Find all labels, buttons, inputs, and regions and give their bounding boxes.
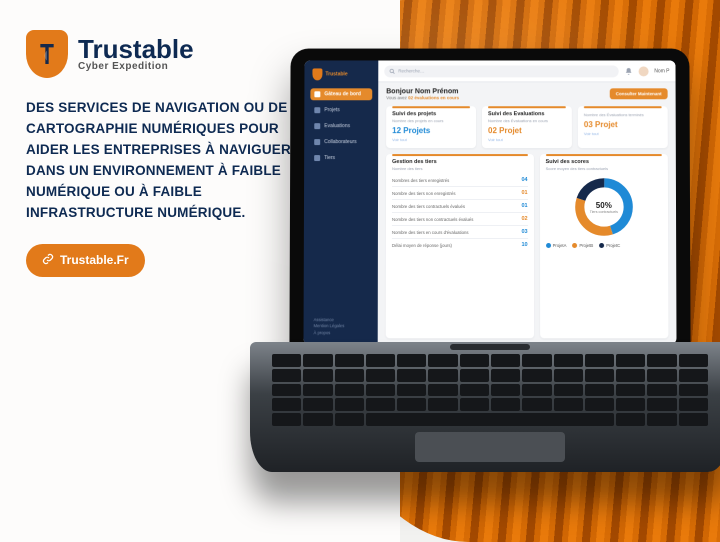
card-sub: Nombre des Évaluations terminés xyxy=(584,112,662,117)
table-row: Nombre des tiers non enregistrés 01 xyxy=(392,186,528,199)
legend-item: ProjetC xyxy=(599,243,620,248)
summary-cards: Suivi des projets Nombre des projets en … xyxy=(386,106,668,148)
row-value: 01 xyxy=(521,190,527,196)
sidebar-item-label: Evaluations xyxy=(324,123,350,129)
sidebar-item-projets[interactable]: Projets xyxy=(310,104,372,116)
card-title: Suivi des scores xyxy=(546,159,662,165)
app-viewport: Trustable Gâteau de bord Projets Evaluat… xyxy=(303,60,676,344)
legend-dot xyxy=(546,243,551,248)
main-area: Recherche… Nom P Bonjour Nom Prénom Vous… xyxy=(378,60,677,344)
card-link[interactable]: Voir tout xyxy=(488,137,566,142)
laptop-hinge xyxy=(450,344,530,350)
card-projets[interactable]: Suivi des projets Nombre des projets en … xyxy=(386,106,476,148)
donut-label: Tiers contractuels xyxy=(590,209,618,213)
donut-chart: 50% Tiers contractuels xyxy=(572,175,636,239)
greeting: Bonjour Nom Prénom Vous avez 02 évaluati… xyxy=(386,88,459,100)
consult-button[interactable]: Consulter Maintenant xyxy=(610,88,668,99)
sidebar: Trustable Gâteau de bord Projets Evaluat… xyxy=(303,60,378,344)
card-tiers: Gestion des tiers Nombre des tiers Nombr… xyxy=(386,154,534,338)
row-label: Nombre des tiers contractuels évalués xyxy=(392,203,465,208)
row-value: 02 xyxy=(522,216,528,222)
promo-button-label: Trustable.Fr xyxy=(60,253,129,267)
users-icon xyxy=(314,139,320,145)
card-sub: Nombre des tiers xyxy=(392,166,528,171)
sidebar-brand: Trustable xyxy=(310,66,372,84)
card-scores: Suivi des scores Score moyen des tiers c… xyxy=(540,154,669,338)
row-value: 10 xyxy=(522,242,528,248)
table-row: Nombre des tiers non contractuels évalué… xyxy=(392,212,528,225)
avatar[interactable] xyxy=(638,66,648,76)
card-value: 12 Projets xyxy=(392,126,470,135)
card-value: 03 Projet xyxy=(584,120,662,129)
greeting-sub-prefix: Vous avez xyxy=(386,95,408,100)
table-row: Nombres des tiers enregistrés 04 xyxy=(392,174,528,186)
card-title: Suivi des Evaluations xyxy=(488,111,566,117)
sidebar-item-label: Tiers xyxy=(324,155,335,161)
legend: ProjetA ProjetB ProjetC xyxy=(546,243,662,248)
shield-icon xyxy=(26,30,68,78)
topbar: Recherche… Nom P xyxy=(378,60,675,82)
content: Bonjour Nom Prénom Vous avez 02 évaluati… xyxy=(378,82,677,344)
bell-icon[interactable] xyxy=(624,67,632,75)
search-input[interactable]: Recherche… xyxy=(384,65,618,77)
legend-dot xyxy=(572,243,577,248)
card-evaluations[interactable]: Suivi des Evaluations Nombre des Évaluat… xyxy=(482,106,572,148)
folder-icon xyxy=(314,107,320,113)
laptop-keyboard xyxy=(272,354,708,426)
row-label: Délai moyen de réponse (jours) xyxy=(392,243,452,248)
promo-link-button[interactable]: Trustable.Fr xyxy=(26,244,145,277)
row-label: Nombre des tiers non enregistrés xyxy=(392,191,456,196)
legend-item: ProjetB xyxy=(572,243,593,248)
search-placeholder: Recherche… xyxy=(398,68,424,73)
sidebar-footer: Assistance Mention Légales À propos xyxy=(310,315,372,338)
sidebar-item-evaluations[interactable]: Evaluations xyxy=(310,120,372,132)
card-value: 02 Projet xyxy=(488,126,566,135)
sidebar-item-label: Collaborateurs xyxy=(324,139,357,145)
footer-link[interactable]: À propos xyxy=(314,330,368,336)
card-evaluations-done[interactable]: Nombre des Évaluations terminés 03 Proje… xyxy=(578,106,668,148)
user-name: Nom P xyxy=(654,68,669,74)
shield-icon xyxy=(312,68,322,80)
sidebar-item-dashboard[interactable]: Gâteau de bord xyxy=(310,88,372,100)
legend-dot xyxy=(599,243,604,248)
greeting-sub-accent: 02 évaluations en cours xyxy=(408,95,459,100)
donut-percent: 50% xyxy=(596,201,612,210)
table-row: Délai moyen de réponse (jours) 10 xyxy=(392,238,528,251)
table-row: Nombre des tiers contractuels évalués 01 xyxy=(392,199,528,212)
card-title: Suivi des projets xyxy=(392,111,470,117)
legend-item: ProjetA xyxy=(546,243,567,248)
sidebar-item-tiers[interactable]: Tiers xyxy=(310,152,372,164)
sidebar-item-label: Gâteau de bord xyxy=(324,91,361,97)
table-row: Nombre des tiers en cours d'évaluations 0… xyxy=(392,225,528,238)
search-icon xyxy=(389,68,395,74)
greeting-title: Bonjour Nom Prénom xyxy=(386,88,459,95)
row-label: Nombres des tiers enregistrés xyxy=(392,178,449,183)
sidebar-item-collaborateurs[interactable]: Collaborateurs xyxy=(310,136,372,148)
card-sub: Nombre des Évaluations en cours xyxy=(488,118,566,123)
card-link[interactable]: Voir tout xyxy=(584,131,662,136)
link-icon xyxy=(42,253,54,268)
row-label: Nombre des tiers en cours d'évaluations xyxy=(392,229,469,234)
grid-icon xyxy=(314,91,320,97)
card-title: Gestion des tiers xyxy=(392,159,528,165)
building-icon xyxy=(314,155,320,161)
row-value: 04 xyxy=(521,177,527,183)
card-sub: Score moyen des tiers contractuels xyxy=(546,166,662,171)
brand-name: Trustable xyxy=(78,36,194,62)
card-sub: Nombre des projets en cours xyxy=(392,118,470,123)
laptop-screen: Trustable Gâteau de bord Projets Evaluat… xyxy=(289,49,690,359)
laptop-trackpad xyxy=(415,432,565,462)
row-value: 01 xyxy=(522,203,528,209)
chart-icon xyxy=(314,123,320,129)
card-link[interactable]: Voir tout xyxy=(392,137,470,142)
sidebar-item-label: Projets xyxy=(324,107,340,113)
sidebar-brand-label: Trustable xyxy=(325,71,347,77)
row-value: 03 xyxy=(522,229,528,235)
row-label: Nombre des tiers non contractuels évalué… xyxy=(392,216,473,221)
laptop-mockup: Trustable Gâteau de bord Projets Evaluat… xyxy=(250,48,720,508)
